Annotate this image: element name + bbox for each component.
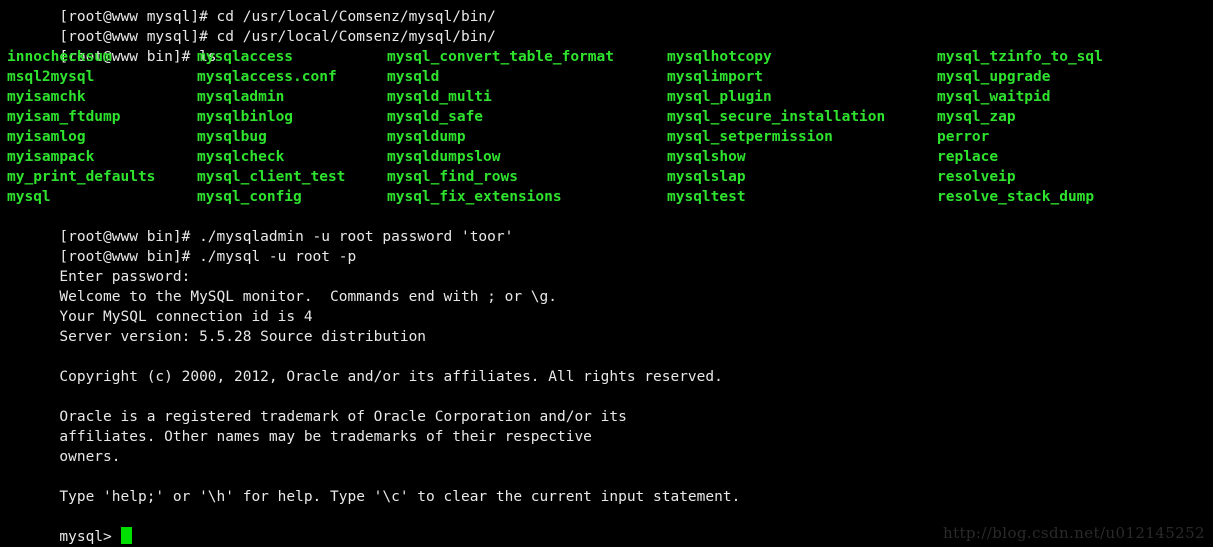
terminal-window[interactable]: [root@www mysql]# cd /usr/local/Comsenz/… (0, 0, 1213, 547)
ls-entry: mysqlbug (197, 129, 267, 145)
ls-entry: mysql (7, 189, 51, 205)
ls-entry: mysql_secure_installation (667, 109, 886, 125)
ls-output-row: msql2mysql mysqlaccess.conf mysqld mysql… (0, 67, 1213, 87)
ls-entry: myisamlog (7, 129, 86, 145)
ls-entry: mysqlaccess (197, 49, 294, 65)
ls-entry: msql2mysql (7, 69, 95, 85)
terminal-line-trademark-3: owners. (0, 427, 1213, 465)
ls-entry: mysql_setpermission (667, 129, 833, 145)
terminal-screen: [root@www mysql]# cd /usr/local/Comsenz/… (0, 0, 1213, 545)
ls-entry: mysqlshow (667, 149, 746, 165)
ls-entry: mysqlslap (667, 169, 746, 185)
ls-entry: mysql_config (197, 189, 302, 205)
ls-entry: mysqld_safe (387, 109, 484, 125)
ls-entry: mysql_client_test (197, 169, 346, 185)
ls-entry: mysqltest (667, 189, 746, 205)
terminal-line-connection-id: Your MySQL connection id is 4 (0, 287, 1213, 325)
ls-entry: mysql_upgrade (937, 69, 1051, 85)
ls-entry: replace (937, 149, 999, 165)
ls-entry: mysql_find_rows (387, 169, 518, 185)
ls-entry: mysql_tzinfo_to_sql (937, 49, 1103, 65)
ls-entry: mysql_zap (937, 109, 1016, 125)
ls-output-row: myisampack mysqlcheck mysqldumpslow mysq… (0, 147, 1213, 167)
terminal-line-command-mysql-login: [root@www bin]# ./mysql -u root -p (0, 227, 1213, 265)
text-cursor[interactable] (120, 527, 132, 544)
ls-output-row: myisamchk mysqladmin mysqld_multi mysql_… (0, 87, 1213, 107)
ls-entry: resolveip (937, 169, 1016, 185)
ls-entry: mysqld (387, 69, 440, 85)
terminal-line-enter-password: Enter password: (0, 247, 1213, 285)
ls-output-row: myisamlog mysqlbug mysqldump mysql_setpe… (0, 127, 1213, 147)
ls-entry: mysql_plugin (667, 89, 772, 105)
ls-output-row: mysql mysql_config mysql_fix_extensions … (0, 187, 1213, 207)
ls-entry: my_print_defaults (7, 169, 156, 185)
ls-entry: myisampack (7, 149, 95, 165)
terminal-line-command-ls: [root@www bin]# ls (0, 27, 1213, 65)
ls-entry: perror (937, 129, 990, 145)
ls-output-row: my_print_defaults mysql_client_test mysq… (0, 167, 1213, 187)
watermark-url: http://blog.csdn.net/u012145252 (943, 524, 1205, 542)
terminal-line-scrollback-partial: [root@www mysql]# cd /usr/local/Comsenz/… (0, 0, 1213, 25)
ls-output-row: innochecksum mysqlaccess mysql_convert_t… (0, 47, 1213, 67)
ls-entry: mysql_fix_extensions (387, 189, 562, 205)
mysql-prompt-label: mysql> (59, 529, 121, 545)
ls-entry: myisamchk (7, 89, 86, 105)
ls-entry: myisam_ftdump (7, 109, 121, 125)
ls-entry: mysqlimport (667, 69, 764, 85)
terminal-line-copyright: Copyright (c) 2000, 2012, Oracle and/or … (0, 347, 1213, 385)
terminal-line-server-version: Server version: 5.5.28 Source distributi… (0, 307, 1213, 345)
ls-entry: mysqlbinlog (197, 109, 294, 125)
terminal-line-command-mysqladmin: [root@www bin]# ./mysqladmin -u root pas… (0, 207, 1213, 245)
terminal-line-welcome: Welcome to the MySQL monitor. Commands e… (0, 267, 1213, 305)
ls-entry: innochecksum (7, 49, 112, 65)
terminal-line-trademark-1: Oracle is a registered trademark of Orac… (0, 387, 1213, 425)
ls-entry: mysql_convert_table_format (387, 49, 614, 65)
ls-entry: mysqldumpslow (387, 149, 501, 165)
ls-entry: mysqlhotcopy (667, 49, 772, 65)
ls-entry: mysqlaccess.conf (197, 69, 337, 85)
ls-entry: mysqlcheck (197, 149, 285, 165)
ls-entry: mysql_waitpid (937, 89, 1051, 105)
terminal-line-trademark-2: affiliates. Other names may be trademark… (0, 407, 1213, 445)
ls-entry: mysqld_multi (387, 89, 492, 105)
ls-entry: resolve_stack_dump (937, 189, 1095, 205)
ls-entry: mysqldump (387, 129, 466, 145)
terminal-line-command-cd: [root@www mysql]# cd /usr/local/Comsenz/… (0, 7, 1213, 45)
ls-entry: mysqladmin (197, 89, 285, 105)
terminal-line-help-hint: Type 'help;' or '\h' for help. Type '\c'… (0, 467, 1213, 505)
ls-output-row: myisam_ftdump mysqlbinlog mysqld_safe my… (0, 107, 1213, 127)
